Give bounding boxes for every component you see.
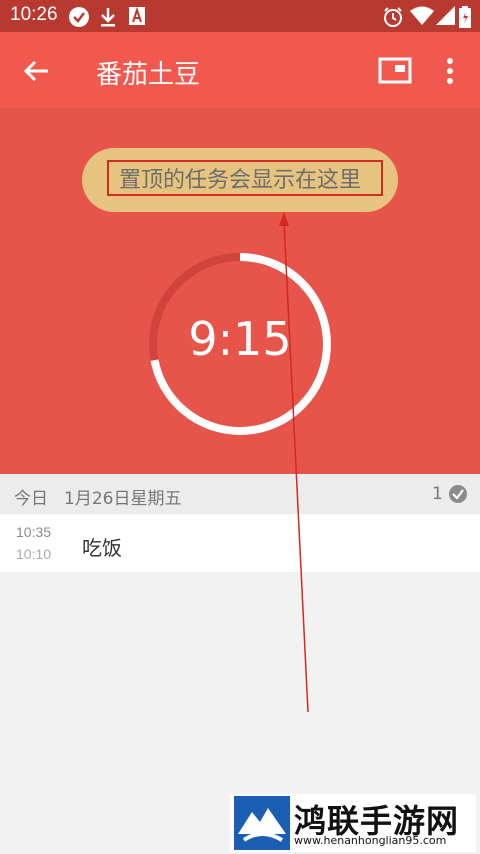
day-header: 今日 1月26日星期五 1 xyxy=(0,474,480,514)
status-time: 10:26 xyxy=(10,4,58,25)
notification-a-icon xyxy=(129,6,145,25)
highlight-box xyxy=(107,160,383,196)
watermark-url: www.henanhonglian95.com xyxy=(294,834,447,847)
watermark: 鸿联手游网 www.henanhonglian95.com xyxy=(230,794,476,852)
day-label: 今日 xyxy=(14,489,48,509)
task-row[interactable]: 10:35 10:10 吃饭 xyxy=(0,514,480,572)
timer-panel: 置顶的任务会显示在这里 9:15 xyxy=(0,108,480,474)
battery-icon xyxy=(459,6,471,28)
page-title: 番茄土豆 xyxy=(96,60,201,90)
signal-icon xyxy=(436,6,455,25)
alarm-icon xyxy=(384,7,402,27)
toolbar: 番茄土豆 xyxy=(0,32,480,108)
back-arrow-icon[interactable] xyxy=(20,54,54,88)
pinned-hint-pill[interactable]: 置顶的任务会显示在这里 xyxy=(82,148,398,212)
more-vert-icon[interactable] xyxy=(436,56,464,86)
task-end-time: 10:35 xyxy=(16,524,52,540)
wifi-icon xyxy=(410,6,434,25)
completed-count: 1 xyxy=(432,484,443,504)
picture-in-picture-icon[interactable] xyxy=(378,56,412,86)
status-bar: 10:26 xyxy=(0,0,480,32)
day-date: 1月26日星期五 xyxy=(64,489,182,509)
timer-display: 9:15 xyxy=(188,312,292,366)
check-circle-icon xyxy=(69,7,89,27)
task-start-time: 10:10 xyxy=(16,546,52,562)
completed-check-icon xyxy=(449,485,467,503)
watermark-logo-icon xyxy=(234,796,290,850)
download-icon xyxy=(101,8,115,27)
task-name: 吃饭 xyxy=(82,536,122,560)
